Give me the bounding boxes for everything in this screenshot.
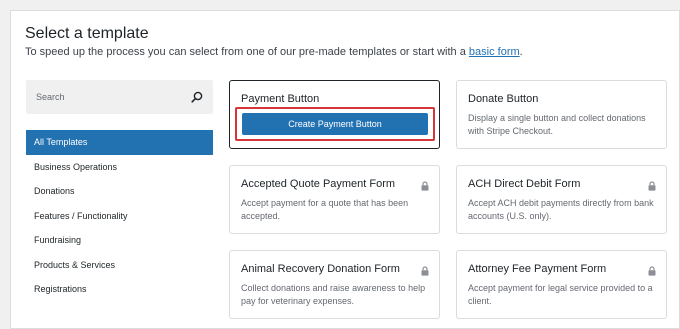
- lock-icon: [421, 181, 429, 191]
- subtitle-period: .: [519, 46, 523, 58]
- nav-item-fundraising[interactable]: Fundraising: [26, 228, 213, 253]
- template-description: Accept ACH debit payments directly from …: [468, 198, 654, 221]
- template-card-animal-recovery-donation-form[interactable]: Animal Recovery Donation Form Collect do…: [229, 250, 440, 319]
- template-description: Collect donations and raise awareness to…: [241, 283, 426, 306]
- template-selector-panel: Select a template To speed up the proces…: [10, 10, 680, 329]
- template-card-attorney-fee-payment-form[interactable]: Attorney Fee Payment Form Accept payment…: [456, 250, 667, 319]
- template-title: Attorney Fee Payment Form: [468, 263, 607, 275]
- nav-item-business-operations[interactable]: Business Operations: [26, 155, 213, 180]
- create-button-highlight: Create Payment Button: [235, 107, 435, 141]
- subtitle-text: To speed up the process you can select f…: [25, 46, 469, 58]
- template-title: ACH Direct Debit Form: [468, 178, 581, 190]
- search-input[interactable]: [36, 80, 186, 114]
- template-card-donate-button[interactable]: Donate Button Display a single button an…: [456, 80, 667, 149]
- page-subtitle: To speed up the process you can select f…: [25, 46, 523, 58]
- template-card-payment-button[interactable]: Payment Button Create Payment Button: [229, 80, 440, 149]
- template-description: Accept payment for legal service provide…: [468, 283, 653, 306]
- template-card-ach-direct-debit-form[interactable]: ACH Direct Debit Form Accept ACH debit p…: [456, 165, 667, 234]
- lock-icon: [421, 266, 429, 276]
- template-title: Donate Button: [468, 93, 539, 105]
- basic-form-link[interactable]: basic form: [469, 46, 520, 58]
- template-card-accepted-quote-payment-form[interactable]: Accepted Quote Payment Form Accept payme…: [229, 165, 440, 234]
- page-title: Select a template: [25, 25, 149, 42]
- template-title: Accepted Quote Payment Form: [241, 178, 396, 190]
- template-title: Animal Recovery Donation Form: [241, 263, 400, 275]
- search-box: [26, 80, 213, 114]
- template-description: Display a single button and collect dona…: [468, 113, 646, 136]
- lock-icon: [648, 266, 656, 276]
- template-title: Payment Button: [241, 93, 320, 105]
- create-payment-button[interactable]: Create Payment Button: [242, 113, 428, 135]
- nav-item-donations[interactable]: Donations: [26, 179, 213, 204]
- nav-item-products-services[interactable]: Products & Services: [26, 253, 213, 278]
- search-icon[interactable]: [191, 91, 203, 103]
- nav-item-all-templates[interactable]: All Templates: [26, 130, 213, 155]
- nav-item-features-functionality[interactable]: Features / Functionality: [26, 204, 213, 229]
- category-nav: All Templates Business Operations Donati…: [26, 130, 213, 302]
- lock-icon: [648, 181, 656, 191]
- template-description: Accept payment for a quote that has been…: [241, 198, 409, 221]
- nav-item-registrations[interactable]: Registrations: [26, 277, 213, 302]
